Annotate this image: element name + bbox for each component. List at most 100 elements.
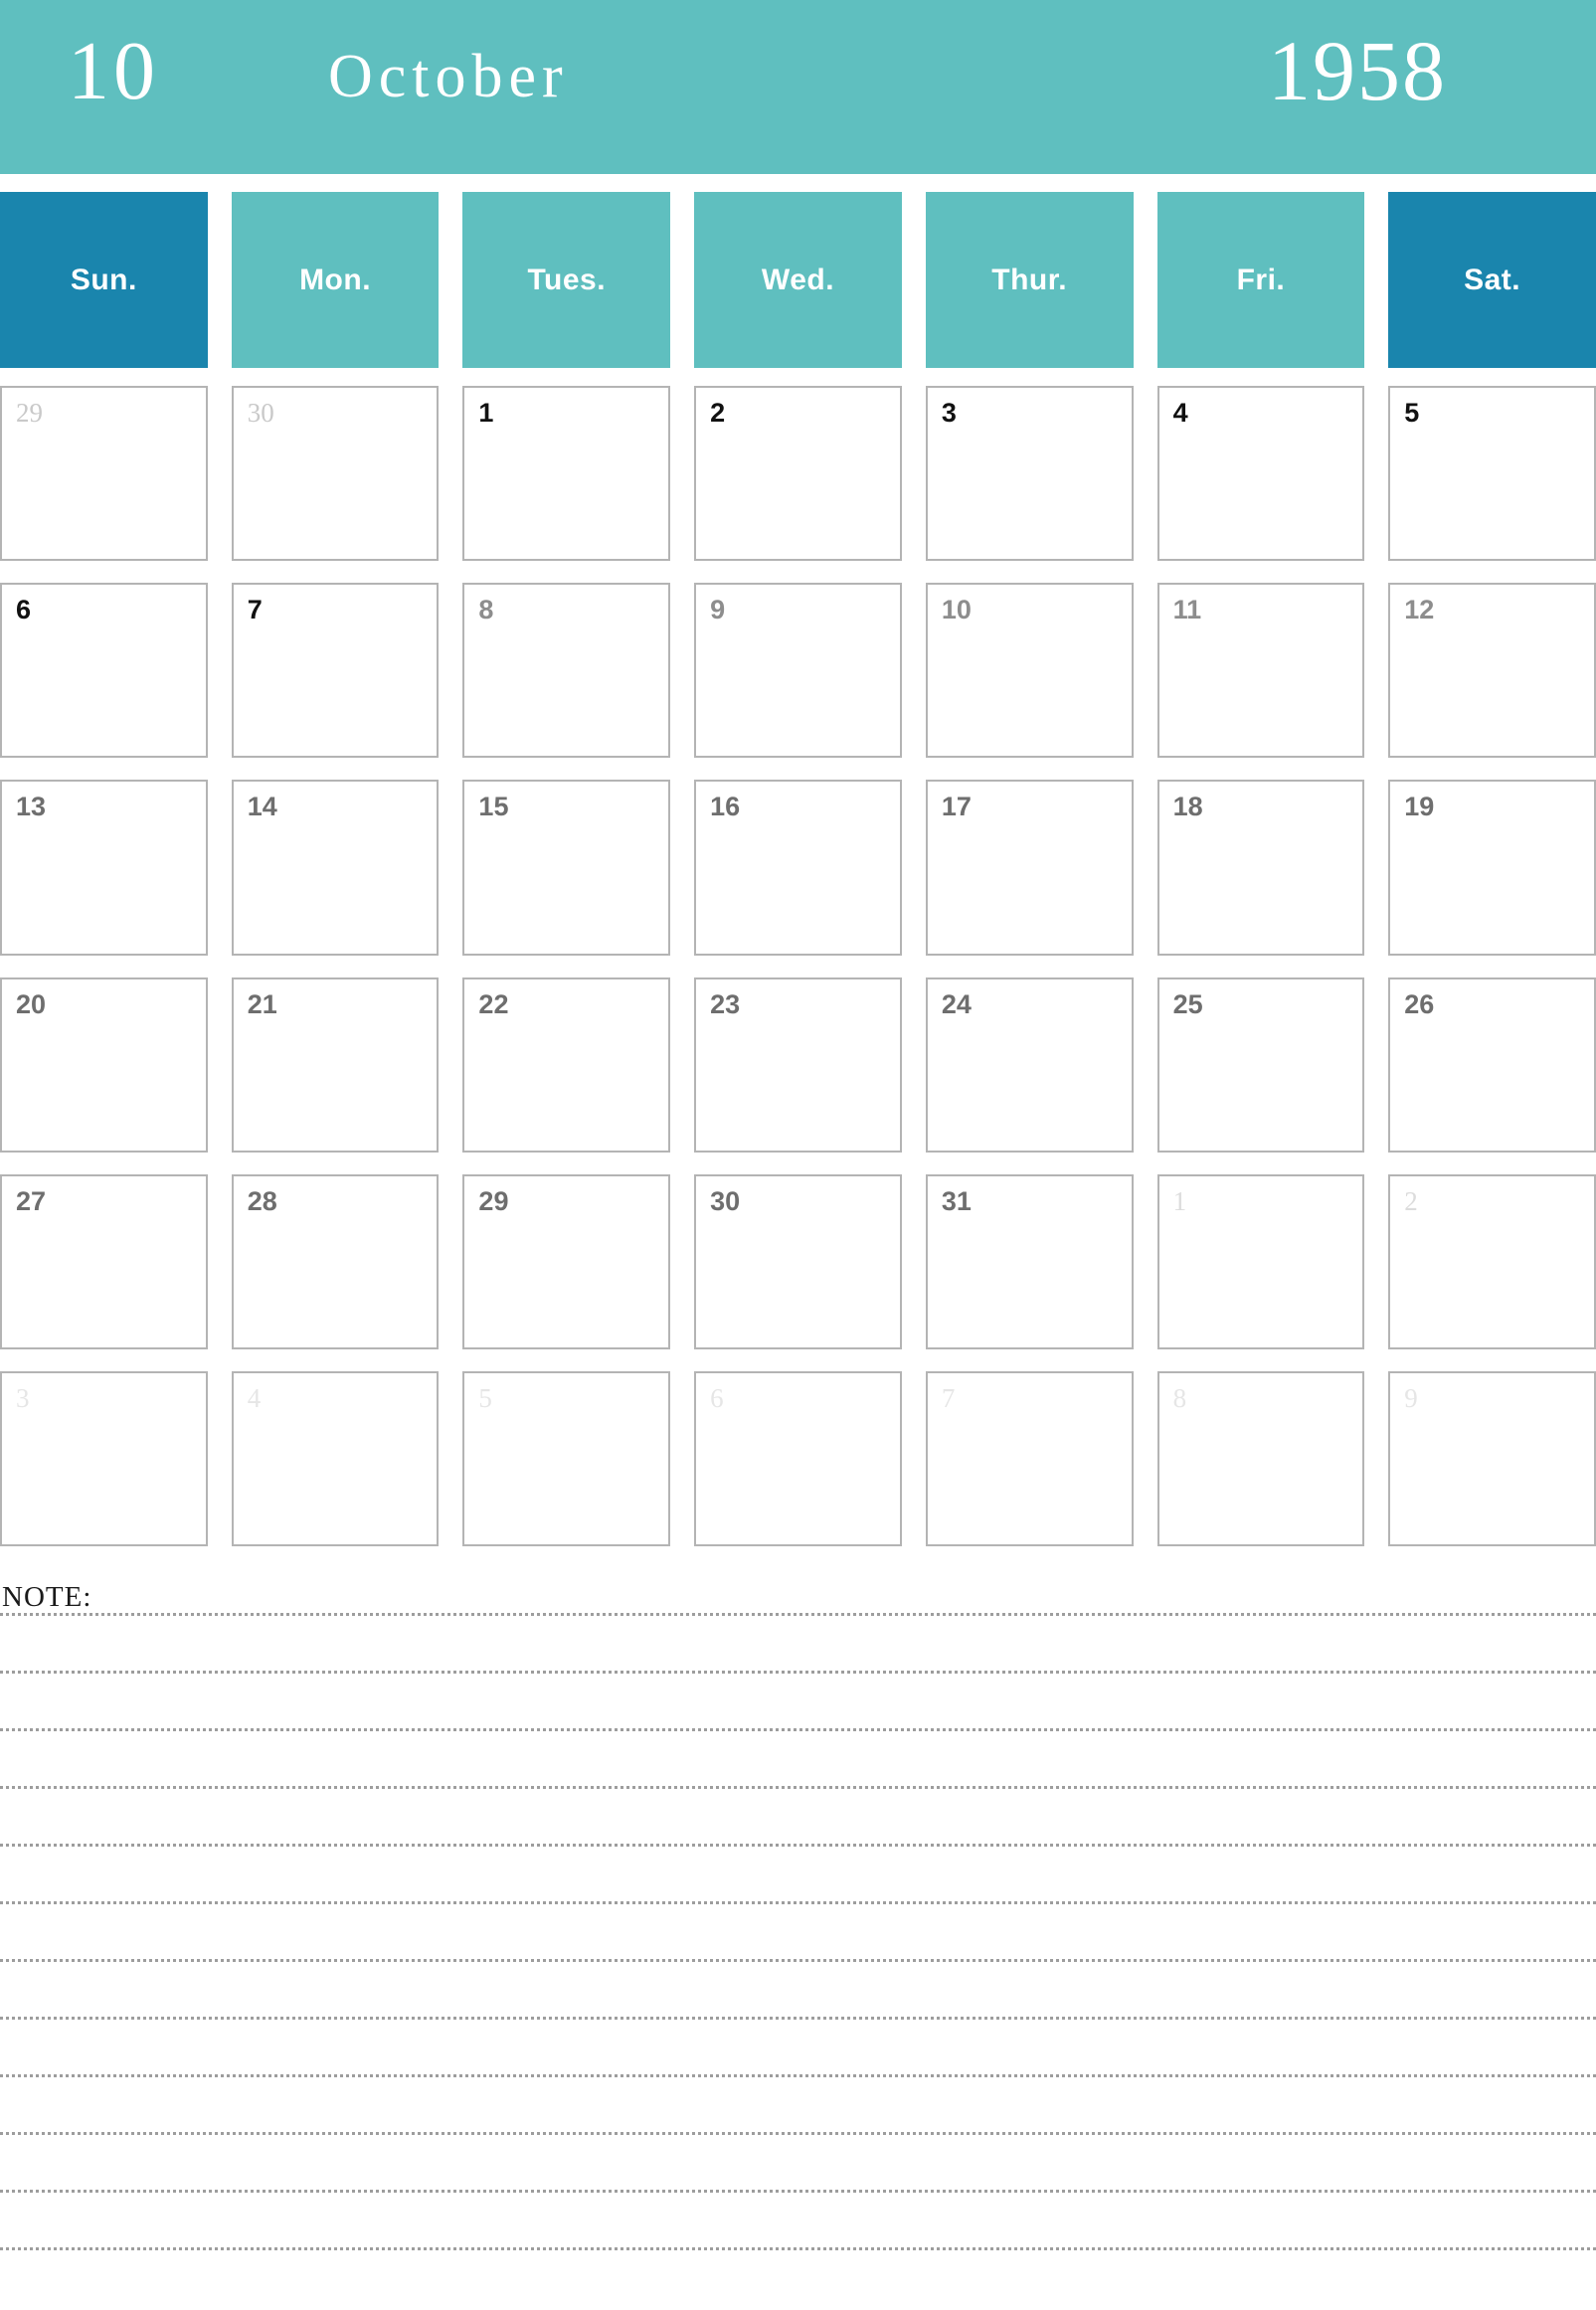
day-cell[interactable]: 7	[231, 583, 440, 759]
weekday-label: Wed.	[761, 263, 835, 296]
day-number: 24	[941, 988, 972, 1019]
note-section: NOTE:	[0, 1581, 1596, 2310]
day-number: 25	[1172, 988, 1203, 1019]
day-number: 9	[710, 595, 726, 625]
weekday-header-row: Sun. Mon. Tues. Wed. Thur. Fri. Sat.	[0, 192, 1596, 368]
day-number: 17	[941, 792, 972, 822]
day-cell[interactable]: 15	[462, 780, 671, 956]
day-cell[interactable]: 17	[925, 780, 1134, 956]
day-number: 21	[247, 988, 277, 1019]
day-cell[interactable]: 2	[694, 386, 902, 562]
weekday-label: Mon.	[299, 263, 372, 296]
day-cell[interactable]: 5	[1388, 386, 1596, 562]
weekday-header-sat: Sat.	[1388, 192, 1596, 368]
weekday-label: Tues.	[527, 263, 607, 296]
day-number: 1	[478, 398, 494, 428]
day-number: 6	[710, 1382, 724, 1413]
note-line[interactable]	[0, 2190, 1596, 2193]
day-cell[interactable]: 4	[231, 1370, 440, 1546]
note-line[interactable]	[0, 1786, 1596, 1789]
day-cell[interactable]: 25	[1156, 977, 1365, 1153]
day-cell[interactable]: 31	[925, 1173, 1134, 1349]
weekday-header-wed: Wed.	[694, 192, 902, 368]
day-number: 16	[710, 792, 741, 822]
weekday-label: Sun.	[70, 263, 137, 296]
day-cell[interactable]: 22	[462, 977, 671, 1153]
day-cell[interactable]: 4	[1156, 386, 1365, 562]
note-line[interactable]	[0, 1959, 1596, 1962]
note-line[interactable]	[0, 2074, 1596, 2077]
day-number: 6	[16, 595, 32, 625]
day-cell[interactable]: 23	[694, 977, 902, 1153]
note-line[interactable]	[0, 1901, 1596, 1904]
day-cell[interactable]: 12	[1388, 583, 1596, 759]
note-label: NOTE:	[2, 1581, 92, 1613]
day-cell[interactable]: 26	[1388, 977, 1596, 1153]
day-cell[interactable]: 1	[1156, 1173, 1365, 1349]
day-cell[interactable]: 13	[0, 780, 208, 956]
day-cell[interactable]: 16	[694, 780, 902, 956]
month-banner: 10 October 1958	[0, 0, 1596, 174]
note-line[interactable]	[0, 2247, 1596, 2250]
day-number: 5	[478, 1382, 492, 1413]
day-cell[interactable]: 5	[462, 1370, 671, 1546]
note-line[interactable]	[0, 2132, 1596, 2135]
day-cell[interactable]: 29	[462, 1173, 671, 1349]
day-number: 2	[1404, 1185, 1418, 1216]
weekday-header-thur: Thur.	[925, 192, 1134, 368]
day-cell[interactable]: 6	[694, 1370, 902, 1546]
note-line[interactable]	[0, 1613, 1596, 1616]
day-number: 3	[941, 398, 957, 428]
day-cell[interactable]: 3	[925, 386, 1134, 562]
day-cell[interactable]: 2	[1388, 1173, 1596, 1349]
day-number: 29	[478, 1185, 509, 1216]
day-cell[interactable]: 14	[231, 780, 440, 956]
note-line[interactable]	[0, 1728, 1596, 1731]
day-cell[interactable]: 19	[1388, 780, 1596, 956]
day-number: 20	[16, 988, 47, 1019]
weekday-header-sun: Sun.	[0, 192, 208, 368]
day-cell[interactable]: 18	[1156, 780, 1365, 956]
day-number: 4	[247, 1382, 262, 1413]
weekday-header-fri: Fri.	[1156, 192, 1365, 368]
day-number: 19	[1404, 792, 1435, 822]
day-cell[interactable]: 20	[0, 977, 208, 1153]
day-number: 29	[16, 398, 43, 428]
note-line[interactable]	[0, 1671, 1596, 1674]
day-cell[interactable]: 8	[462, 583, 671, 759]
day-number: 31	[941, 1185, 972, 1216]
year-number: 1958	[1268, 23, 1447, 118]
day-cell[interactable]: 11	[1156, 583, 1365, 759]
day-number: 10	[941, 595, 972, 625]
day-number: 12	[1404, 595, 1435, 625]
day-number: 4	[1172, 398, 1188, 428]
day-cell[interactable]: 27	[0, 1173, 208, 1349]
day-number: 27	[16, 1185, 47, 1216]
day-number: 7	[247, 595, 263, 625]
day-cell[interactable]: 6	[0, 583, 208, 759]
day-cell[interactable]: 9	[1388, 1370, 1596, 1546]
day-cell[interactable]: 30	[231, 386, 440, 562]
day-cell[interactable]: 28	[231, 1173, 440, 1349]
note-line[interactable]	[0, 2017, 1596, 2020]
day-cell[interactable]: 9	[694, 583, 902, 759]
day-number: 15	[478, 792, 509, 822]
day-cell[interactable]: 10	[925, 583, 1134, 759]
day-cell[interactable]: 3	[0, 1370, 208, 1546]
day-cell[interactable]: 29	[0, 386, 208, 562]
day-cell[interactable]: 1	[462, 386, 671, 562]
day-number: 3	[16, 1382, 30, 1413]
day-cell[interactable]: 30	[694, 1173, 902, 1349]
month-name: October	[328, 43, 569, 110]
day-number: 13	[16, 792, 47, 822]
day-number: 1	[1172, 1185, 1187, 1216]
day-cell[interactable]: 7	[925, 1370, 1134, 1546]
day-number: 26	[1404, 988, 1435, 1019]
day-cell[interactable]: 8	[1156, 1370, 1365, 1546]
weekday-header-tues: Tues.	[462, 192, 671, 368]
day-cell[interactable]: 21	[231, 977, 440, 1153]
note-line[interactable]	[0, 1844, 1596, 1847]
day-cell[interactable]: 24	[925, 977, 1134, 1153]
day-number: 9	[1404, 1382, 1418, 1413]
day-number: 11	[1172, 595, 1202, 625]
